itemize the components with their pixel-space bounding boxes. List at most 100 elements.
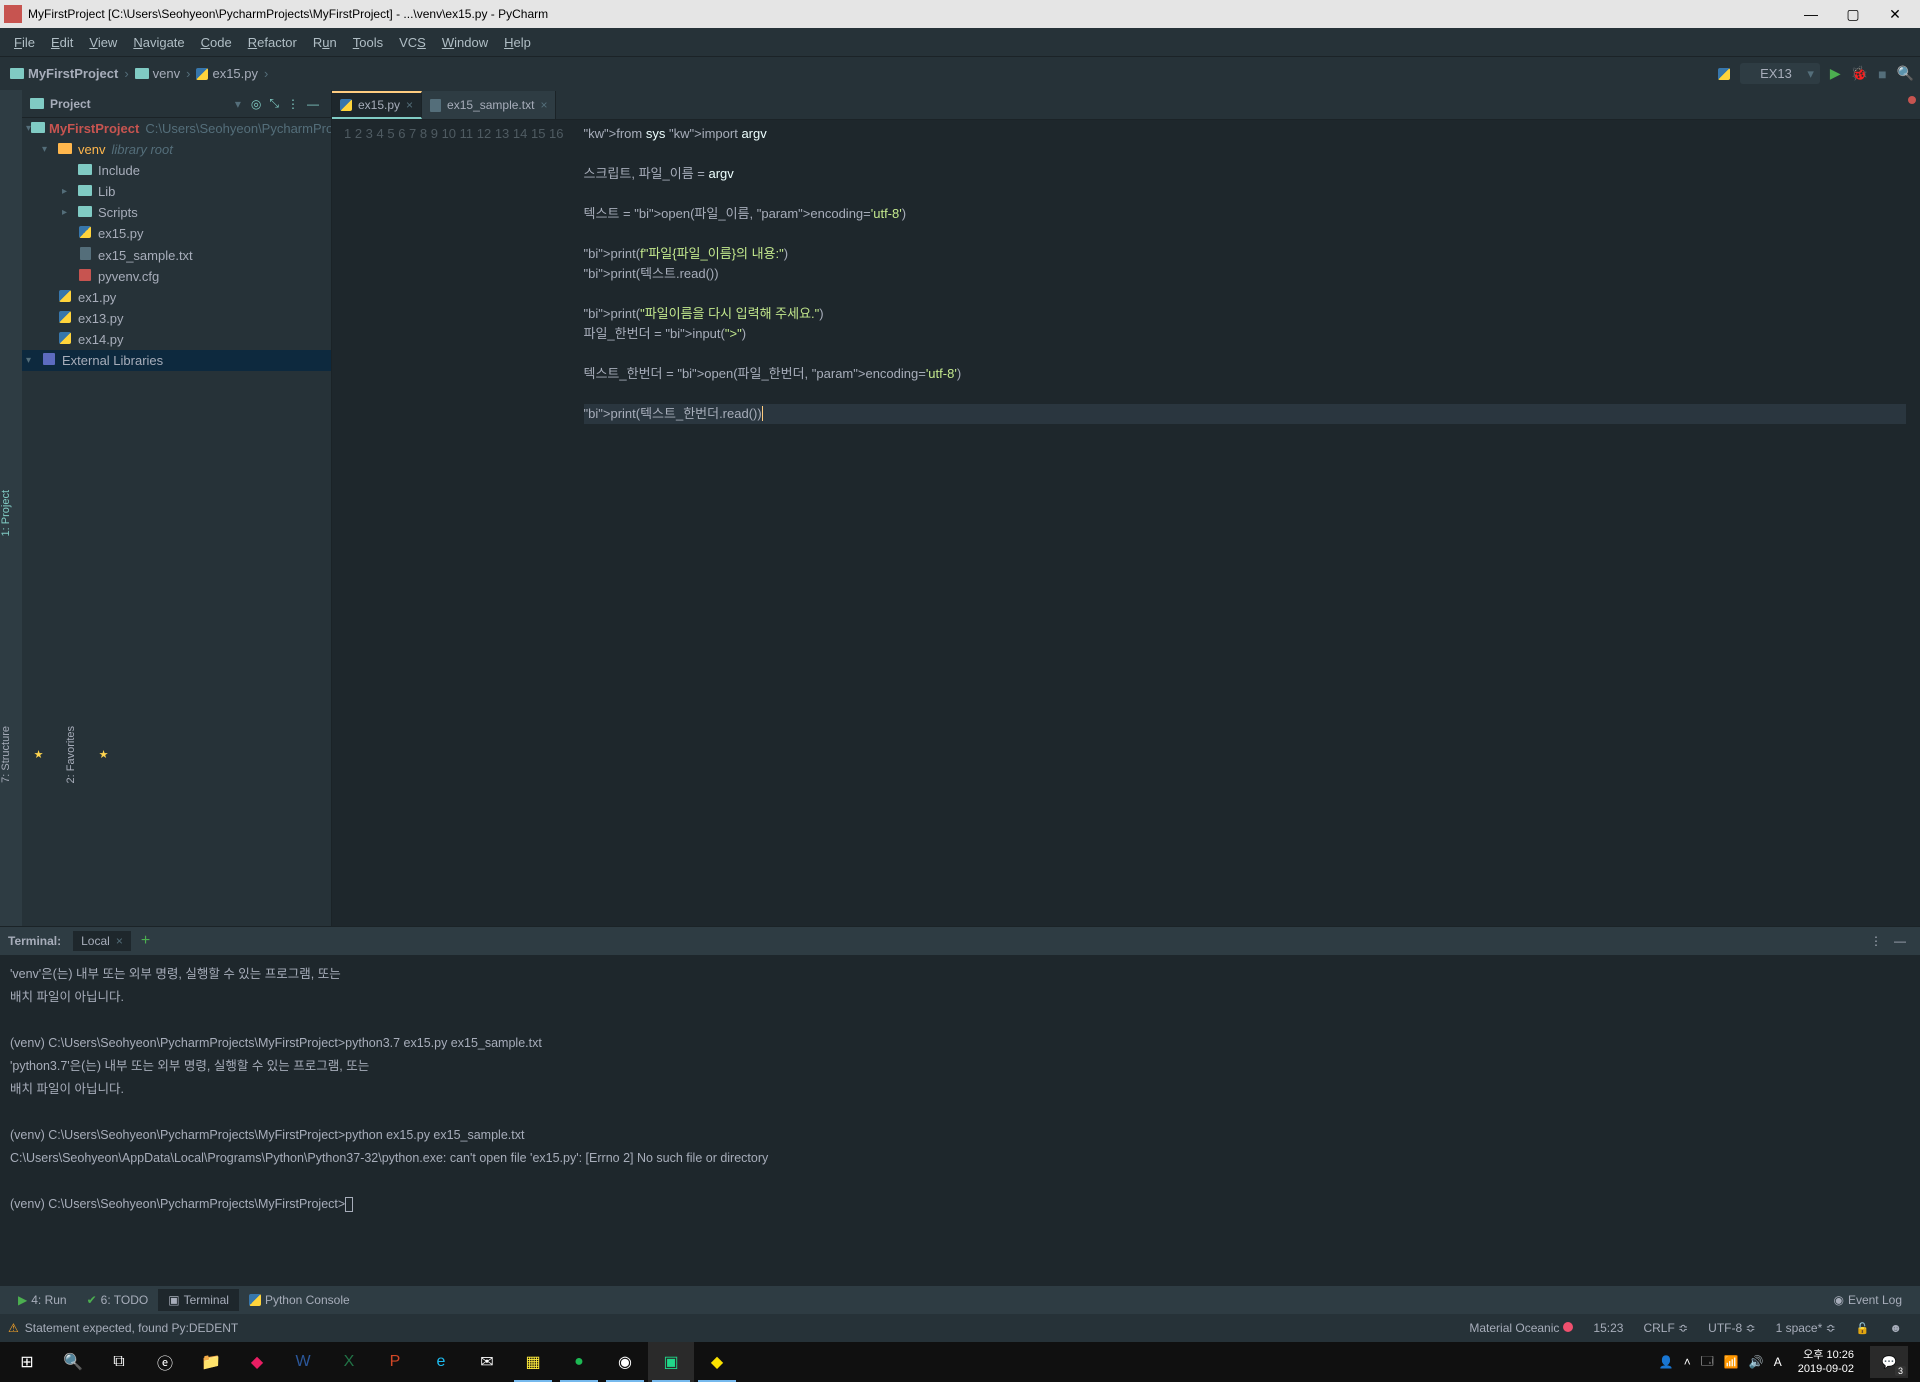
close-button[interactable]: ✕ (1874, 6, 1916, 23)
project-tree[interactable]: ▾ MyFirstProject C:\Users\Seohyeon\Pycha… (22, 118, 331, 926)
chevron-down-icon[interactable]: ▾ (229, 97, 247, 111)
inspections-icon[interactable]: ☻ (1879, 1321, 1912, 1335)
debug-button[interactable]: 🐞 (1851, 65, 1868, 82)
toolwindow-todo-tab[interactable]: ✔6: TODO (77, 1289, 159, 1311)
tab-ex15-sample-txt[interactable]: ex15_sample.txt × (422, 91, 556, 119)
powerpoint-icon[interactable]: P (372, 1342, 418, 1382)
tree-file-ex15-py[interactable]: ex15.py (22, 223, 331, 244)
file-encoding[interactable]: UTF-8 ≎ (1698, 1321, 1765, 1335)
terminal-options-icon[interactable]: ⋮ (1864, 934, 1888, 948)
warning-icon: ⚠ (8, 1321, 19, 1335)
tree-file-ex1-py[interactable]: ex1.py (22, 287, 331, 308)
wifi-icon[interactable]: 📶 (1724, 1355, 1739, 1369)
breadcrumb-file[interactable]: ex15.py (192, 66, 262, 81)
taskbar-clock[interactable]: 오후 10:26 2019-09-02 (1792, 1348, 1860, 1376)
code-editor[interactable]: 1 2 3 4 5 6 7 8 9 10 11 12 13 14 15 16 "… (332, 120, 1920, 926)
toolwindow-run-tab[interactable]: ▶4: Run (8, 1289, 77, 1311)
menu-run[interactable]: Run (305, 31, 345, 54)
tree-file-ex13-py[interactable]: ex13.py (22, 308, 331, 329)
menu-window[interactable]: Window (434, 31, 496, 54)
settings-icon[interactable]: ⋮ (283, 97, 303, 111)
menu-vcs[interactable]: VCS (391, 31, 434, 54)
start-button[interactable]: ⊞ (4, 1342, 50, 1382)
collapse-all-icon[interactable]: ⤡ (265, 96, 283, 111)
menu-code[interactable]: Code (193, 31, 240, 54)
volume-icon[interactable]: 🔊 (1749, 1355, 1764, 1369)
breadcrumb-venv[interactable]: venv (131, 66, 184, 81)
spotify-icon[interactable]: ● (556, 1342, 602, 1382)
tree-external-libraries[interactable]: ▾ External Libraries (22, 350, 331, 371)
ie-icon[interactable]: e (418, 1342, 464, 1382)
stop-button[interactable]: ■ (1878, 66, 1886, 82)
menu-navigate[interactable]: Navigate (125, 31, 192, 54)
word-icon[interactable]: W (280, 1342, 326, 1382)
chrome-icon[interactable]: ◉ (602, 1342, 648, 1382)
toolwindow-structure-tab[interactable]: 7: Structure (0, 726, 12, 783)
tree-label: pyvenv.cfg (98, 269, 159, 284)
tree-venv[interactable]: ▾ venv library root (22, 139, 331, 160)
line-number-gutter: 1 2 3 4 5 6 7 8 9 10 11 12 13 14 15 16 (332, 120, 574, 926)
hide-terminal-button[interactable]: — (1888, 934, 1912, 948)
terminal-tab-local[interactable]: Local × (73, 931, 131, 951)
toolwindow-favorites-tab[interactable]: 2: Favorites (65, 726, 77, 783)
search-button[interactable]: 🔍 (50, 1342, 96, 1382)
locate-icon[interactable]: ◎ (247, 97, 265, 111)
menu-refactor[interactable]: Refactor (240, 31, 305, 54)
error-stripe[interactable] (1906, 120, 1920, 926)
indent-setting[interactable]: 1 space* ≎ (1766, 1321, 1846, 1335)
search-everywhere-button[interactable]: 🔍 (1897, 65, 1914, 82)
tray-chevron-icon[interactable]: ˄ (1684, 1355, 1691, 1369)
tree-dir-lib[interactable]: ▸ Lib (22, 181, 331, 202)
toolwindow-terminal-tab[interactable]: ▣Terminal (158, 1289, 239, 1311)
tree-dir-include[interactable]: Include (22, 160, 331, 181)
menu-help[interactable]: Help (496, 31, 539, 54)
tree-project-root[interactable]: ▾ MyFirstProject C:\Users\Seohyeon\Pycha… (22, 118, 331, 139)
ime-indicator[interactable]: A (1774, 1355, 1782, 1369)
line-separator[interactable]: CRLF ≎ (1633, 1321, 1698, 1335)
battery-icon[interactable]: 🗔 (1701, 1352, 1714, 1373)
menu-file[interactable]: File (6, 31, 43, 54)
close-tab-icon[interactable]: × (406, 98, 413, 112)
pycharm-taskbar-icon[interactable]: ▣ (648, 1342, 694, 1382)
toolwindow-project-tab[interactable]: 1: Project (0, 490, 12, 536)
event-log-button[interactable]: ◉Event Log (1823, 1289, 1912, 1311)
new-terminal-button[interactable]: + (131, 932, 160, 950)
minimize-button[interactable]: — (1790, 6, 1832, 22)
breadcrumb-project[interactable]: MyFirstProject (6, 66, 122, 81)
menu-edit[interactable]: Edit (43, 31, 81, 54)
project-tool-window: Project ▾ ◎ ⤡ ⋮ — ▾ MyFirstProject C:\Us… (22, 90, 332, 926)
tree-file-ex15-sample-txt[interactable]: ex15_sample.txt (22, 244, 331, 266)
kakaotalk-icon[interactable]: ◆ (694, 1342, 740, 1382)
clock-date: 2019-09-02 (1798, 1362, 1854, 1376)
run-button[interactable]: ▶ (1830, 65, 1841, 82)
close-tab-icon[interactable]: × (540, 98, 547, 112)
tab-ex15-py[interactable]: ex15.py × (332, 91, 422, 119)
maximize-button[interactable]: ▢ (1832, 6, 1874, 23)
editor-area: ex15.py × ex15_sample.txt × 1 2 3 4 5 6 … (332, 90, 1920, 926)
task-view-button[interactable]: ⧉ (96, 1342, 142, 1382)
tree-file-ex14-py[interactable]: ex14.py (22, 329, 331, 350)
system-tray[interactable]: 👤 ˄ 🗔 📶 🔊 A 오후 10:26 2019-09-02 💬3 (1651, 1346, 1916, 1378)
close-icon[interactable]: × (116, 934, 123, 948)
excel-icon[interactable]: X (326, 1342, 372, 1382)
readonly-lock-icon[interactable]: 🔓 (1846, 1322, 1880, 1335)
action-center-button[interactable]: 💬3 (1870, 1346, 1908, 1378)
hide-button[interactable]: — (303, 97, 323, 111)
code-content[interactable]: "kw">from sys "kw">import argv 스크립트, 파일_… (574, 120, 1906, 926)
sticky-notes-icon[interactable]: ▦ (510, 1342, 556, 1382)
menu-view[interactable]: View (81, 31, 125, 54)
theme-indicator[interactable]: Material Oceanic (1459, 1321, 1583, 1335)
run-config-selector[interactable]: EX13 (1740, 63, 1820, 84)
caret-position[interactable]: 15:23 (1583, 1321, 1633, 1335)
edge-icon[interactable]: ⓔ (142, 1342, 188, 1382)
people-icon[interactable]: 👤 (1659, 1355, 1674, 1369)
tree-dir-scripts[interactable]: ▸ Scripts (22, 202, 331, 223)
mail-icon[interactable]: ✉ (464, 1342, 510, 1382)
tree-file-pyvenv-cfg[interactable]: pyvenv.cfg (22, 266, 331, 287)
menu-tools[interactable]: Tools (345, 31, 391, 54)
terminal-output[interactable]: 'venv'은(는) 내부 또는 외부 명령, 실행할 수 있는 프로그램, 또… (0, 955, 1920, 1286)
file-explorer-icon[interactable]: 📁 (188, 1342, 234, 1382)
app-icon[interactable]: ◆ (234, 1342, 280, 1382)
toolwindow-python-console-tab[interactable]: Python Console (239, 1289, 360, 1311)
project-tool-title: Project (50, 97, 229, 111)
